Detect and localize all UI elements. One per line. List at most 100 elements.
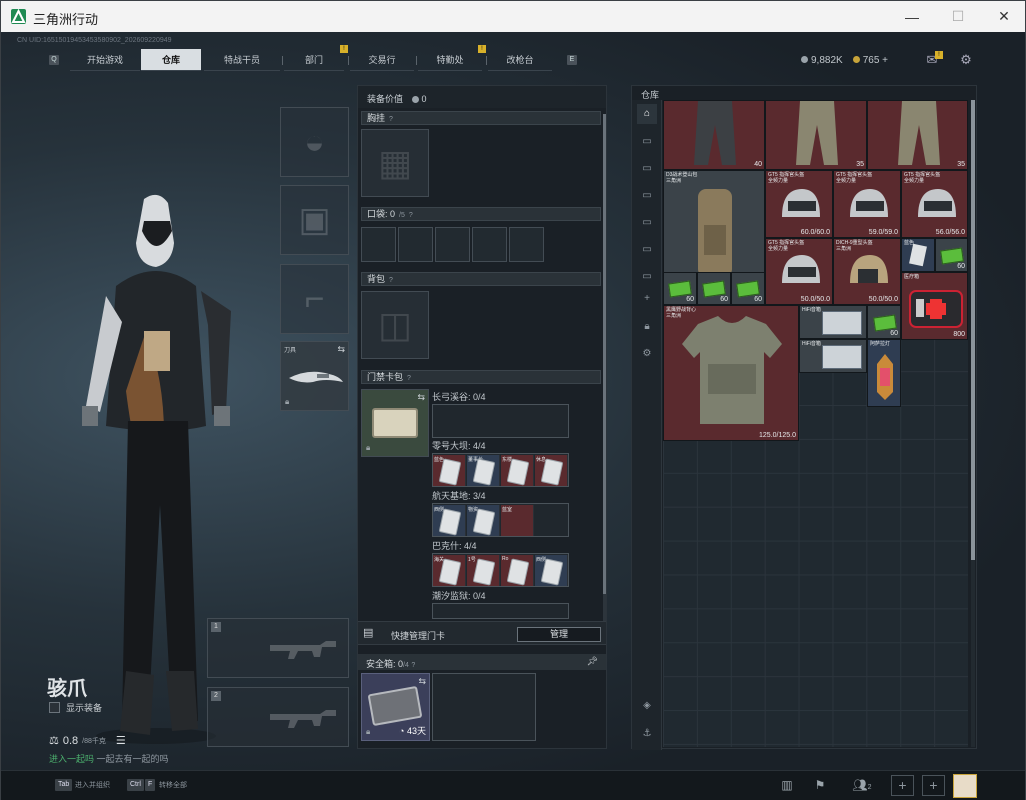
keycard-item[interactable]: 1号 bbox=[467, 555, 500, 586]
tab-operators[interactable]: 特战干员 bbox=[204, 49, 280, 71]
keycard-slot-row[interactable] bbox=[432, 603, 569, 619]
layers-icon[interactable]: ◈ bbox=[637, 696, 657, 716]
tab-key[interactable]: Tab bbox=[55, 779, 73, 791]
ctrl-key[interactable]: Ctrl bbox=[127, 779, 144, 791]
pistol-slot[interactable]: ⌐ bbox=[280, 264, 349, 334]
delta-logo-icon bbox=[11, 9, 26, 24]
ammo-item[interactable]: 60 bbox=[935, 238, 968, 272]
warehouse-item[interactable]: 黑鹰野战背心 三角洲 125.0/125.0 bbox=[663, 305, 799, 441]
tab-start-game[interactable]: 开始游戏 bbox=[70, 49, 140, 71]
warehouse-item[interactable]: GT5 指挥官头盔 全频力量 59.0/59.0 bbox=[833, 170, 901, 238]
pin-icon[interactable]: 📌︎ bbox=[587, 656, 598, 667]
backpack-slot[interactable]: ◫ bbox=[361, 291, 429, 359]
warehouse-tab-3[interactable]: ▭ bbox=[637, 186, 657, 206]
character-preview[interactable] bbox=[1, 81, 271, 744]
warehouse-item[interactable]: 40 bbox=[663, 100, 765, 170]
warehouse-item[interactable]: 35 bbox=[867, 100, 968, 170]
close-button[interactable]: ✕ bbox=[981, 1, 1026, 32]
keycard-item[interactable]: 蓝室 bbox=[501, 505, 534, 536]
show-equipment-toggle[interactable]: 显示装备 bbox=[49, 701, 102, 714]
pocket-slot[interactable] bbox=[398, 227, 433, 262]
swap-icon[interactable]: ⇆ bbox=[418, 676, 426, 687]
warehouse-tab-5[interactable]: ▭ bbox=[637, 240, 657, 260]
player-avatar[interactable] bbox=[953, 774, 977, 798]
keycard-item[interactable]: 西侧 bbox=[535, 555, 568, 586]
warehouse-item[interactable]: 35 bbox=[765, 100, 867, 170]
tab-warehouse[interactable]: 仓库 bbox=[141, 49, 201, 71]
warehouse-item[interactable]: DICH-9重型头盔 三角洲 50.0/50.0 bbox=[833, 238, 901, 305]
swap-icon[interactable]: ⇆ bbox=[337, 344, 345, 355]
keycard-item[interactable]: 物资 bbox=[467, 505, 500, 536]
helmet-slot[interactable]: ◒ bbox=[280, 107, 349, 177]
ammo-item[interactable]: 60 bbox=[867, 305, 901, 339]
warehouse-item[interactable]: 医疗箱 800 bbox=[901, 272, 968, 340]
ammo-item[interactable]: 60 bbox=[697, 272, 731, 305]
tab-market[interactable]: 交易行 bbox=[350, 49, 414, 71]
stats-chart-icon[interactable]: ▥ bbox=[776, 774, 798, 796]
tab-gunsmith[interactable]: 改枪台 bbox=[488, 49, 552, 71]
warehouse-item[interactable]: GT5 指挥官头盔 全频力量 60.0/60.0 bbox=[765, 170, 833, 238]
ammo-item[interactable]: 60 bbox=[663, 272, 697, 305]
keycard-item[interactable]: 海关 bbox=[433, 555, 466, 586]
primary-weapon-slot[interactable]: 1 bbox=[207, 618, 349, 678]
secondary-weapon-slot[interactable]: 2 bbox=[207, 687, 349, 747]
warehouse-item[interactable]: 阿萨拉灯 bbox=[867, 339, 901, 407]
safebox-slot[interactable]: ⇆ 🔒︎ ◔ 43天 bbox=[361, 673, 430, 741]
add-tab-icon[interactable]: + bbox=[637, 289, 657, 309]
settings-gear-icon[interactable]: ⚙ bbox=[957, 51, 975, 69]
manage-button[interactable]: 管理 bbox=[517, 627, 601, 642]
warehouse-scrollbar[interactable] bbox=[971, 100, 975, 747]
warehouse-item[interactable]: GT5 指挥官头盔 全频力量 50.0/50.0 bbox=[765, 238, 833, 305]
flag-icon[interactable]: ⚑ bbox=[809, 774, 831, 796]
pocket-slot[interactable] bbox=[361, 227, 396, 262]
warehouse-home-icon[interactable]: ⌂ bbox=[637, 104, 657, 124]
show-equipment-checkbox[interactable] bbox=[49, 702, 60, 713]
sort-icon[interactable]: ⚓︎ bbox=[637, 724, 657, 744]
minimize-button[interactable]: — bbox=[889, 1, 935, 32]
maximize-button[interactable]: ☐ bbox=[935, 1, 981, 32]
list-icon[interactable]: ☰ bbox=[116, 734, 126, 747]
nav-left-key[interactable]: Q bbox=[49, 55, 59, 65]
keycard-item[interactable]: 蓝色 bbox=[433, 455, 466, 486]
nav-right-key[interactable]: E bbox=[567, 55, 577, 65]
warehouse-tab-2[interactable]: ▭ bbox=[637, 159, 657, 179]
armor-slot[interactable]: ▣ bbox=[280, 185, 349, 255]
warehouse-item[interactable]: 蓝色 bbox=[901, 238, 935, 272]
keycard-item[interactable]: 东楼 bbox=[501, 455, 534, 486]
loadout-scrollbar[interactable] bbox=[603, 114, 606, 624]
warehouse-tab-4[interactable]: ▭ bbox=[637, 213, 657, 233]
friends-icon[interactable]: 👥︎2 bbox=[847, 774, 877, 796]
warehouse-item[interactable]: HiFi音箱 bbox=[799, 305, 867, 339]
invite-slot-button[interactable]: + bbox=[922, 775, 945, 796]
add-gold-button[interactable]: + bbox=[882, 55, 888, 66]
tab-department[interactable]: 部门 bbox=[284, 49, 344, 71]
swap-icon[interactable]: ⇆ bbox=[417, 392, 425, 403]
warehouse-tab-1[interactable]: ▭ bbox=[637, 132, 657, 152]
knife-slot[interactable]: 刀具 ⇆ 🔒︎ bbox=[280, 341, 349, 411]
keycard-slot-row[interactable]: 海关 1号 Ro 西侧 bbox=[432, 553, 569, 587]
chest-rig-slot[interactable]: ▦ bbox=[361, 129, 429, 197]
safebox-grid[interactable] bbox=[432, 673, 536, 741]
f-key[interactable]: F bbox=[145, 779, 156, 791]
keycard-pack-slot[interactable]: ⇆ 🔒︎ bbox=[361, 389, 429, 457]
pocket-slot[interactable] bbox=[472, 227, 507, 262]
keycard-slot-row[interactable]: 西侧 物资 蓝室 bbox=[432, 503, 569, 537]
warehouse-item[interactable]: GT5 指挥官头盔 全频力量 56.0/56.0 bbox=[901, 170, 968, 238]
keycard-item[interactable]: 休息 bbox=[535, 455, 568, 486]
warehouse-item[interactable]: HiFi音箱 bbox=[799, 339, 867, 373]
settings-gear-icon[interactable]: ⚙ bbox=[637, 344, 657, 364]
pocket-slot[interactable] bbox=[509, 227, 544, 262]
keycard-slot-row[interactable] bbox=[432, 404, 569, 438]
pocket-slot[interactable] bbox=[435, 227, 470, 262]
keycard-item[interactable]: 西侧 bbox=[433, 505, 466, 536]
warehouse-tab-6[interactable]: ▭ bbox=[637, 267, 657, 287]
invite-slot-button[interactable]: + bbox=[891, 775, 914, 796]
pistol-icon: ⌐ bbox=[304, 279, 325, 318]
keycard-slot-row[interactable]: 蓝色 董事长 东楼 休息 bbox=[432, 453, 569, 487]
keycard-item[interactable]: 董事长 bbox=[467, 455, 500, 486]
lock-icon[interactable]: 🔒︎ bbox=[637, 317, 657, 337]
ammo-item[interactable]: 60 bbox=[731, 272, 765, 305]
keycard-item[interactable]: Ro bbox=[501, 555, 534, 586]
warehouse-grid[interactable]: 40 35 35 D3战术登山包 三角洲 28 GT5 指挥官头盔 全频力量60… bbox=[663, 100, 968, 747]
tab-special-ops[interactable]: 特勤处 bbox=[418, 49, 482, 71]
